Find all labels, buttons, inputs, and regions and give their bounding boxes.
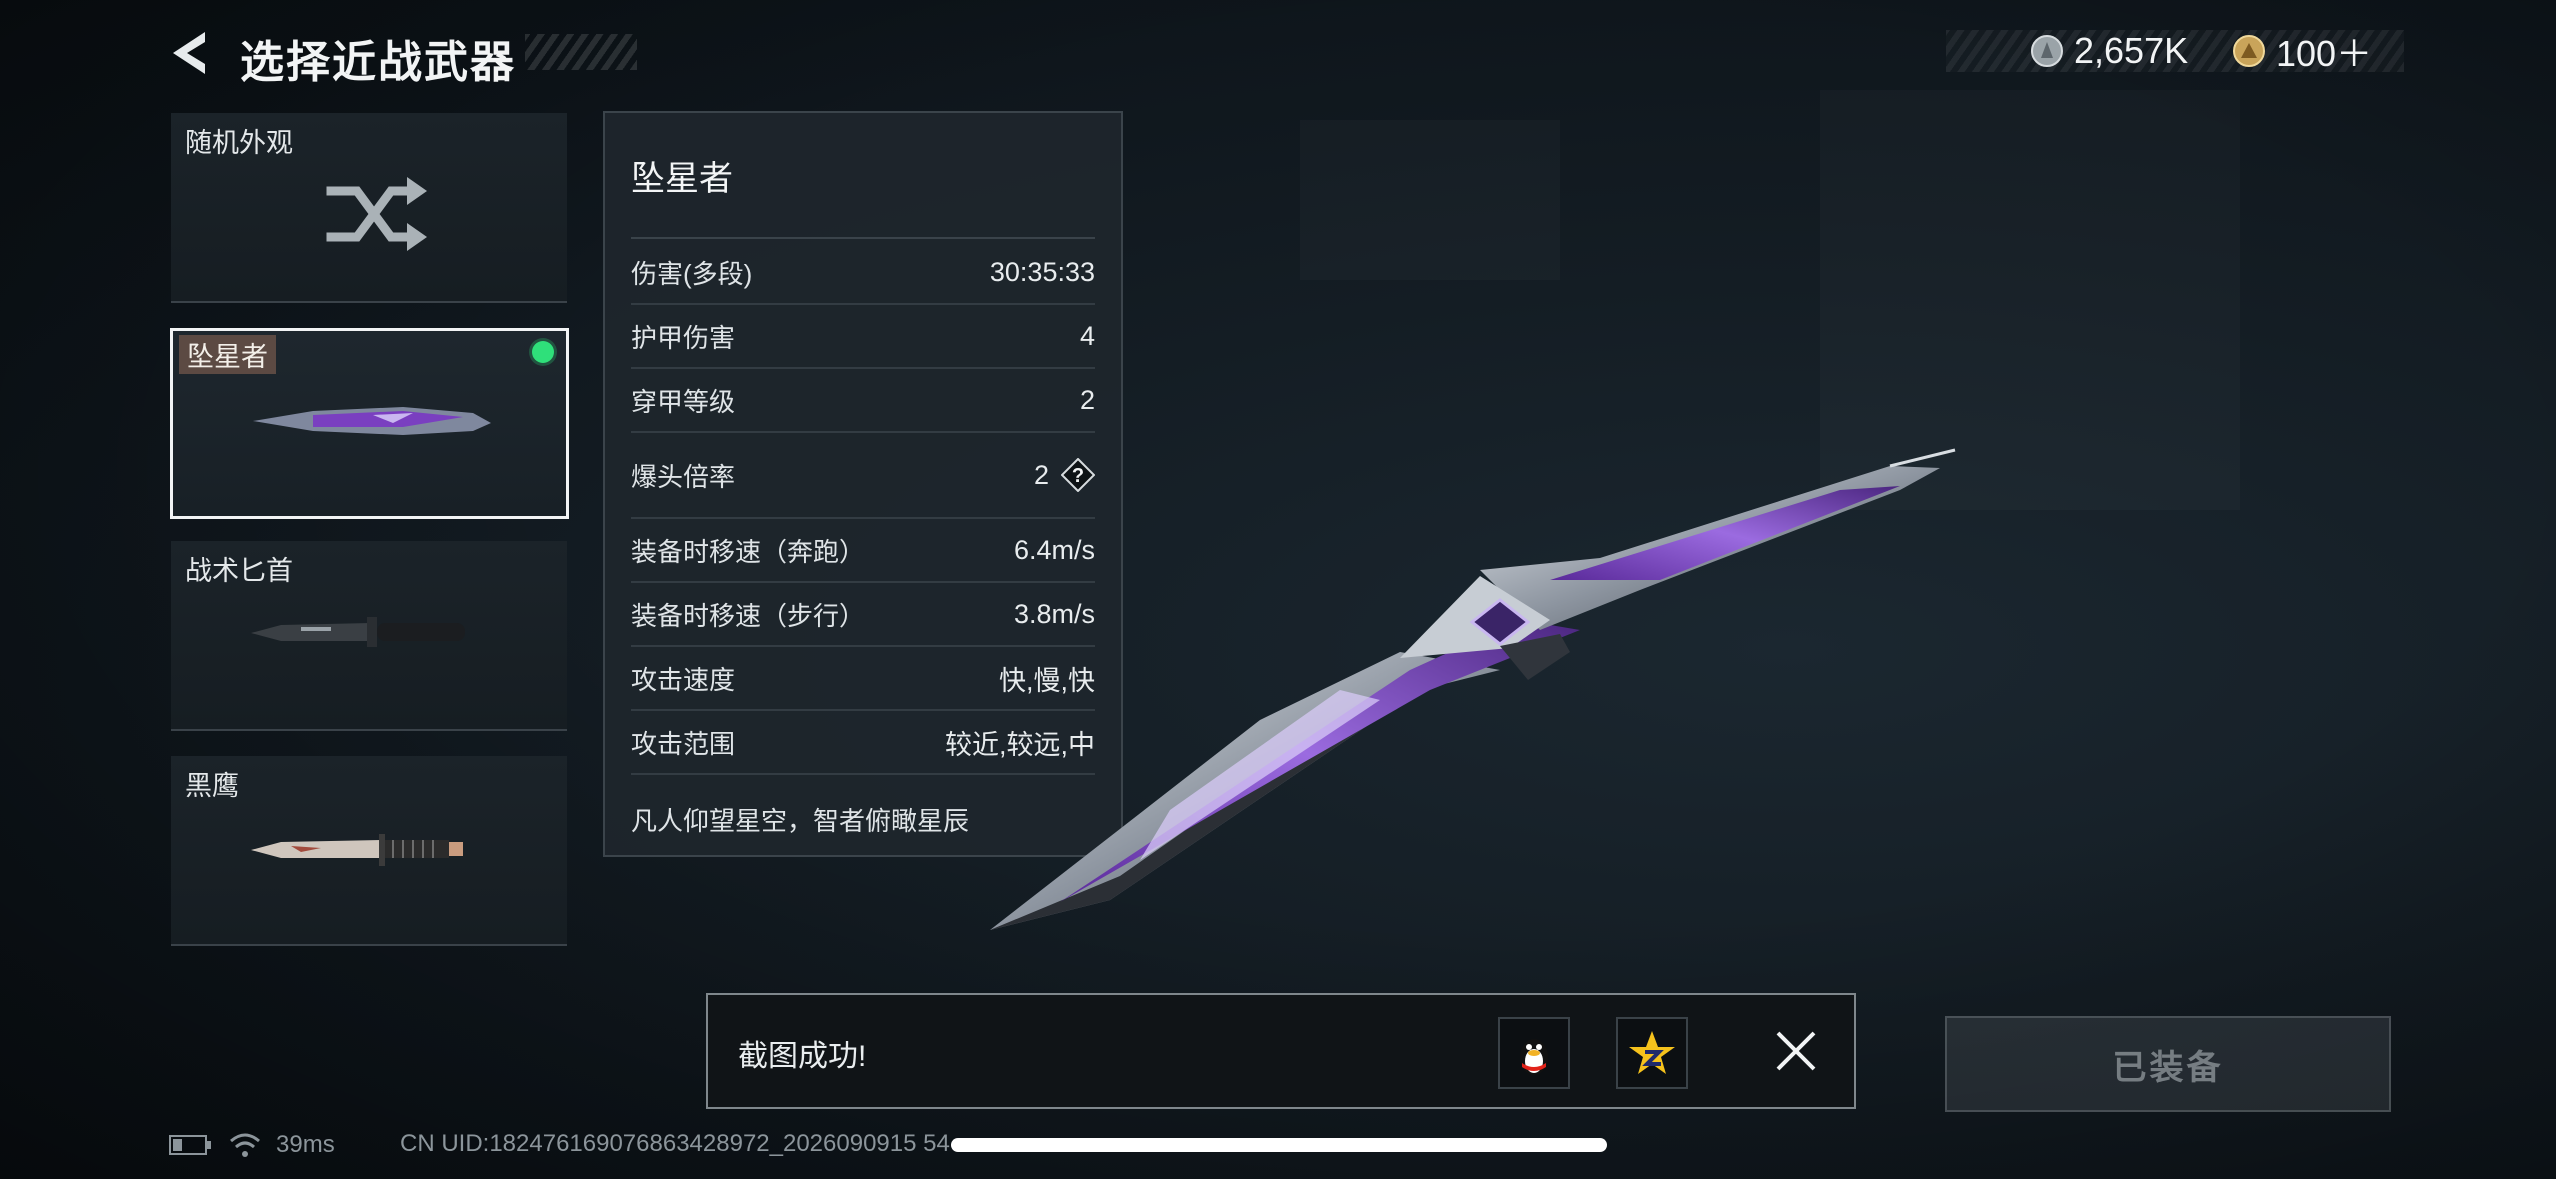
qq-penguin-icon — [1520, 1039, 1548, 1075]
toast-message: 截图成功! — [738, 1040, 867, 1073]
share-qq-button[interactable] — [1498, 1017, 1570, 1089]
background-panel — [1300, 120, 1560, 280]
uid-text: CN UID:182476169076863428972_2026090915 … — [400, 1130, 950, 1157]
equipped-indicator — [532, 341, 554, 363]
divider — [631, 237, 1095, 239]
home-indicator[interactable] — [951, 1138, 1607, 1152]
ping-text: 39ms — [276, 1131, 335, 1158]
screenshot-toast: 截图成功! — [706, 993, 1856, 1109]
weapon-item-starfaller[interactable]: 坠星者 — [170, 328, 569, 519]
weapon-item-label: 坠星者 — [179, 335, 276, 374]
gold-amount[interactable]: 100＋ — [2276, 25, 2372, 77]
silver-coin-icon — [2031, 35, 2063, 67]
weapon-preview-image — [990, 448, 1956, 930]
black-hawk-knife-image — [251, 834, 463, 866]
stat-row-damage: 伤害(多段) 30:35:33 — [631, 241, 1095, 305]
weapon-item-black-hawk[interactable]: 黑鹰 — [171, 756, 567, 946]
weapon-item-tactical-knife[interactable]: 战术匕首 — [171, 541, 567, 731]
stat-label: 攻击范围 — [631, 728, 736, 759]
stat-label: 伤害(多段) — [631, 258, 753, 289]
wifi-icon — [230, 1133, 260, 1157]
share-qzone-button[interactable] — [1616, 1017, 1688, 1089]
tactical-knife-image — [251, 617, 465, 647]
game-screen: 选择近战武器 2,657K 100＋ 随机外观 坠星者 战术匕首 黑鹰 坠星者 … — [0, 0, 2556, 1179]
stat-label: 穿甲等级 — [631, 386, 736, 417]
status-bar: 39ms — [168, 1128, 335, 1162]
page-title: 选择近战武器 — [240, 38, 516, 87]
shuffle-icon — [326, 177, 427, 251]
battery-icon — [169, 1135, 211, 1155]
title-decoration — [525, 34, 637, 70]
stat-label: 护甲伤害 — [631, 322, 736, 353]
back-icon[interactable] — [165, 28, 215, 78]
stat-value: 30:35:33 — [989, 256, 1095, 287]
gold-coin-icon — [2233, 35, 2265, 67]
stat-label: 装备时移速（步行） — [631, 600, 866, 631]
stat-row-armor-damage: 护甲伤害 4 — [631, 305, 1095, 369]
close-icon[interactable] — [1770, 1025, 1822, 1077]
stat-value: 4 — [1079, 320, 1095, 351]
stat-label: 攻击速度 — [631, 664, 736, 695]
currency-gold: 100＋ — [2232, 30, 2372, 74]
stat-label: 装备时移速（奔跑） — [631, 536, 866, 567]
weapon-name: 坠星者 — [631, 160, 733, 198]
currency-silver: 2,657K — [2030, 30, 2188, 72]
stat-label: 爆头倍率 — [631, 461, 736, 492]
qzone-star-icon — [1629, 1031, 1675, 1074]
weapon-item-random[interactable]: 随机外观 — [171, 113, 567, 303]
weapon-description: 凡人仰望星空，智者俯瞰星辰 — [631, 806, 970, 836]
equipped-button[interactable]: 已装备 — [1945, 1016, 2391, 1112]
silver-amount: 2,657K — [2074, 30, 2189, 71]
